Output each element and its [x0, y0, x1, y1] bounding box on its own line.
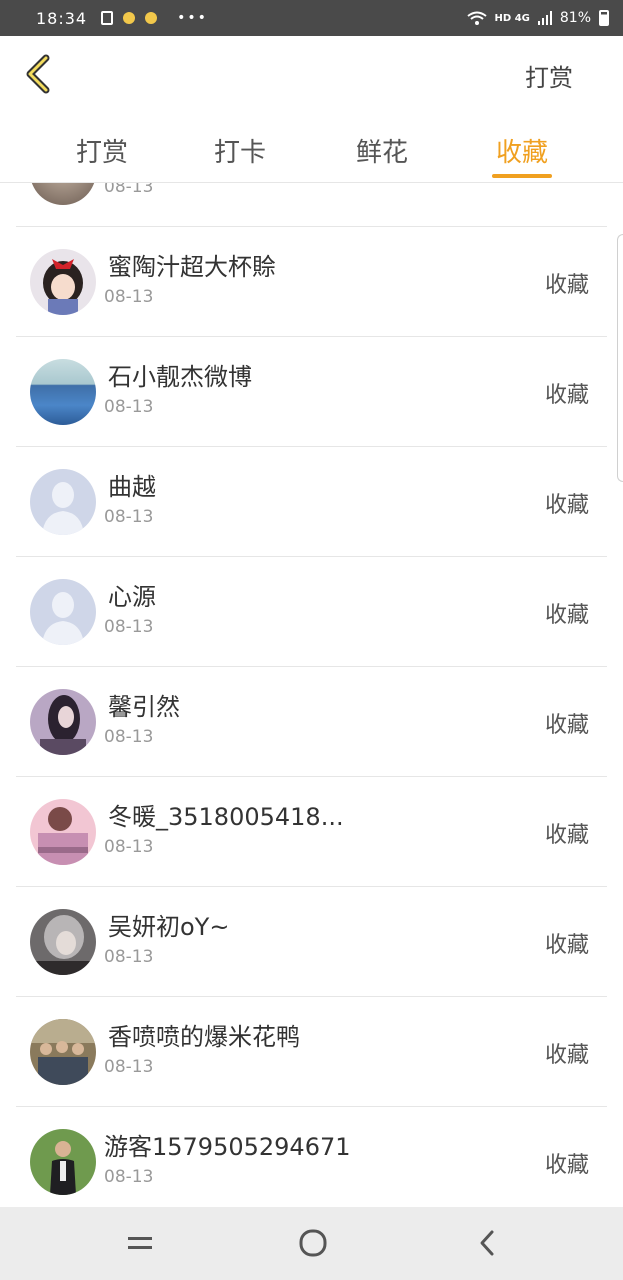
item-date: 08-13: [104, 1167, 154, 1187]
bulb-icon: [123, 12, 136, 24]
user-name: 吴妍初oY~: [108, 913, 230, 941]
tab-bar: 打赏 打卡 鲜花 收藏: [0, 114, 623, 183]
default-avatar[interactable]: [30, 469, 96, 535]
item-date: 08-13: [104, 1057, 154, 1077]
wifi-icon: [466, 11, 487, 25]
item-date: 08-13: [104, 947, 154, 967]
favorite-label: 收藏: [544, 933, 589, 958]
user-name: 馨引然: [108, 693, 180, 721]
anime-gray-avatar[interactable]: [30, 909, 96, 975]
app-header: 打赏: [0, 36, 623, 114]
list-item[interactable]: 石小靓杰微博 08-13 收藏: [16, 337, 607, 447]
user-name: 石小靓杰微博: [108, 363, 252, 391]
favorite-label: 收藏: [544, 1153, 589, 1178]
item-date: 08-13: [104, 397, 154, 417]
home-icon[interactable]: [295, 1225, 331, 1261]
favorite-label: 收藏: [544, 713, 589, 738]
battery-icon: [599, 10, 609, 26]
list-item[interactable]: 08-13: [16, 183, 607, 227]
list-item[interactable]: 馨引然 08-13 收藏: [16, 667, 607, 777]
reward-header-button[interactable]: 打赏: [525, 58, 573, 93]
favorite-label: 收藏: [544, 493, 589, 518]
sea-avatar[interactable]: [30, 359, 96, 425]
list-item[interactable]: 香喷喷的爆米花鸭 08-13 收藏: [16, 997, 607, 1107]
active-tab-indicator: [492, 174, 552, 178]
more-notifications-icon: •••: [177, 10, 208, 26]
list-item[interactable]: 游客1579505294671 08-13 收藏: [16, 1107, 607, 1207]
status-time: 18:34: [36, 8, 88, 28]
item-date: 08-13: [104, 287, 154, 307]
list-item[interactable]: 曲越 08-13 收藏: [16, 447, 607, 557]
status-bar: 18:34 ••• HD 4G 81%: [0, 0, 623, 36]
user-name: 香喷喷的爆米花鸭: [108, 1023, 300, 1051]
network-type: HD 4G: [494, 12, 530, 24]
user-avatar[interactable]: [30, 183, 96, 205]
item-date: 08-13: [104, 727, 154, 747]
system-nav-bar: [0, 1207, 623, 1280]
user-name: 蜜陶汁超大杯賒: [108, 253, 276, 281]
edge-panel-handle[interactable]: [617, 234, 623, 482]
signal-icon: [537, 11, 552, 25]
list-item[interactable]: 吴妍初oY~ 08-13 收藏: [16, 887, 607, 997]
notes-icon: [101, 11, 114, 25]
battery-percent: 81%: [559, 10, 591, 26]
user-name: 曲越: [108, 473, 156, 501]
tab-checkin[interactable]: 打卡: [200, 132, 280, 169]
list-item[interactable]: 蜜陶汁超大杯賒 08-13 收藏: [16, 227, 607, 337]
list-item[interactable]: 冬暖_3518005418... 08-13 收藏: [16, 777, 607, 887]
tab-favorites[interactable]: 收藏: [482, 132, 562, 169]
tab-flowers[interactable]: 鲜花: [342, 132, 422, 169]
favorite-label: 收藏: [544, 383, 589, 408]
item-date: 08-13: [104, 617, 154, 637]
default-avatar[interactable]: [30, 579, 96, 645]
user-name: 心源: [108, 583, 156, 611]
back-chevron-icon[interactable]: [22, 54, 56, 94]
bulb-icon-2: [145, 12, 158, 24]
favorite-label: 收藏: [544, 603, 589, 628]
recents-icon[interactable]: [122, 1225, 158, 1261]
user-name: 游客1579505294671: [104, 1133, 351, 1161]
user-name: 冬暖_3518005418...: [108, 803, 344, 831]
favorite-label: 收藏: [544, 273, 589, 298]
favorite-label: 收藏: [544, 823, 589, 848]
dark-hair-avatar[interactable]: [30, 689, 96, 755]
cartoon-girl-avatar[interactable]: [30, 249, 96, 315]
group-photo-avatar[interactable]: [30, 1019, 96, 1085]
item-date: 08-13: [104, 507, 154, 527]
list-item[interactable]: 心源 08-13 收藏: [16, 557, 607, 667]
pink-avatar[interactable]: [30, 799, 96, 865]
back-icon[interactable]: [470, 1225, 506, 1261]
favorites-list[interactable]: 08-13 蜜陶汁超大杯賒 08-13 收藏 石小靓杰微博 08-13 收藏 曲…: [0, 183, 623, 1207]
tab-reward[interactable]: 打赏: [62, 132, 142, 169]
person-outdoor-avatar[interactable]: [30, 1129, 96, 1195]
favorite-label: 收藏: [544, 1043, 589, 1068]
item-date: 08-13: [104, 837, 154, 857]
item-date: 08-13: [104, 183, 154, 197]
